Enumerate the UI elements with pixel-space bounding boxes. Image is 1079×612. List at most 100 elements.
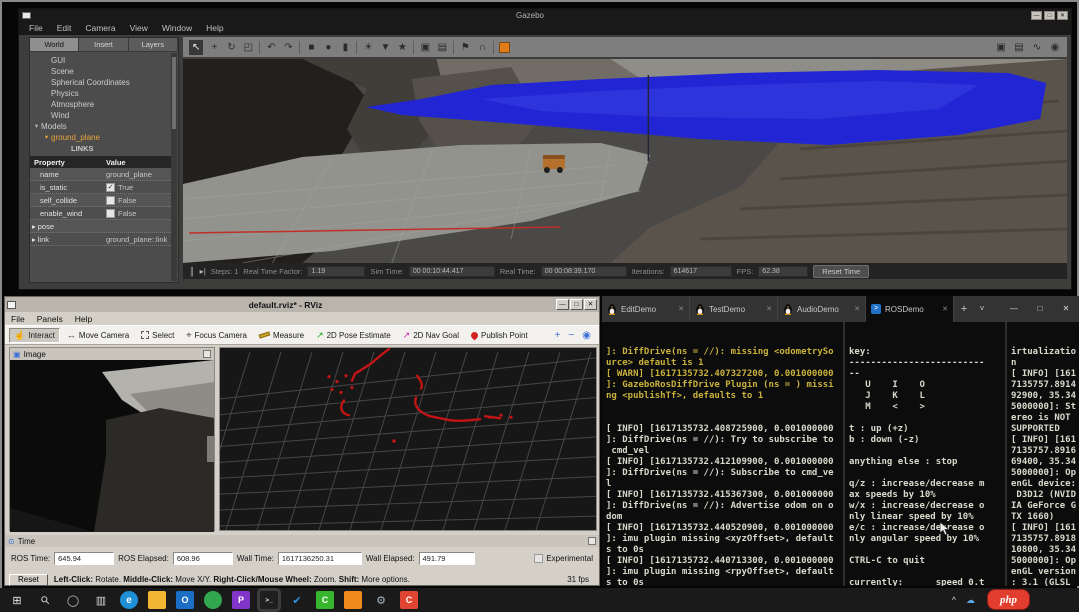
tree-item-atmosphere[interactable]: Atmosphere [30, 99, 178, 110]
close-button[interactable]: ✕ [1057, 11, 1068, 20]
publish-point-tool-button[interactable]: Publish Point [466, 329, 533, 342]
show-hidden-icons-chevron[interactable]: ^ [952, 595, 956, 605]
self-collide-checkbox[interactable] [106, 196, 115, 205]
undo-icon[interactable]: ↶ [265, 40, 277, 55]
enable-wind-checkbox[interactable] [106, 209, 115, 218]
gazebo-title-bar[interactable]: Gazebo — □ ✕ [19, 9, 1071, 21]
expander-icon[interactable]: ▸ [32, 235, 36, 244]
minimize-button[interactable]: — [1031, 11, 1042, 20]
new-tab-button[interactable]: + [954, 296, 974, 322]
onedrive-cloud-icon[interactable]: ☁ [966, 595, 975, 606]
edge-browser-icon[interactable]: e [120, 591, 138, 609]
tree-item-spherical-coordinates[interactable]: Spherical Coordinates [30, 77, 178, 88]
search-icon[interactable]: ⚲ [32, 587, 57, 612]
outlook-icon[interactable]: O [176, 591, 194, 609]
minimize-button[interactable]: — [556, 299, 569, 310]
maximize-button[interactable]: □ [1027, 296, 1053, 322]
tree-item-scene[interactable]: Scene [30, 66, 178, 77]
box-shape-icon[interactable]: ■ [305, 40, 317, 55]
expander-icon[interactable]: ▸ [32, 222, 36, 231]
menu-item[interactable]: View [130, 23, 148, 33]
tab-world[interactable]: World [30, 38, 79, 52]
spot-light-icon[interactable]: ▼ [379, 40, 391, 55]
reset-time-button[interactable]: Reset Time [813, 265, 869, 278]
tab-audiodemo[interactable]: AudioDemo ✕ [778, 296, 866, 322]
panel-scrollbar[interactable] [171, 53, 177, 281]
check-app-icon[interactable]: ✔ [288, 591, 306, 609]
paste-icon[interactable]: ▤ [436, 40, 448, 55]
log-record-icon[interactable]: ▤ [1013, 40, 1025, 55]
menu-item[interactable]: Help [206, 23, 223, 33]
orange-app-icon[interactable] [344, 591, 362, 609]
rviz-3d-view[interactable] [219, 347, 597, 531]
property-row-name[interactable]: name ground_plane [30, 168, 171, 181]
panel-detach-button[interactable] [203, 350, 211, 358]
toolbar-separator[interactable] [299, 41, 300, 54]
menu-item[interactable]: Edit [57, 23, 72, 33]
wall-time-field[interactable]: 1617136250.31 [278, 552, 362, 565]
menu-item[interactable]: File [11, 314, 25, 324]
tab-layers[interactable]: Layers [129, 38, 178, 52]
screenshot-icon[interactable]: ▣ [995, 40, 1007, 55]
gazebo-3d-viewport[interactable] [183, 59, 1067, 263]
tree-item-models[interactable]: ▾ Models [30, 121, 178, 132]
rviz-title-bar[interactable]: default.rviz* - RViz — □ ✕ [5, 297, 599, 312]
maximize-button[interactable]: □ [1044, 11, 1055, 20]
close-tab-icon[interactable]: ✕ [854, 305, 860, 313]
experimental-checkbox[interactable] [534, 554, 543, 563]
measure-tool-button[interactable]: Measure [254, 329, 309, 342]
menu-item[interactable]: Window [162, 23, 192, 33]
tree-item-gui[interactable]: GUI [30, 55, 178, 66]
record-button[interactable]: ◉ [582, 330, 591, 341]
nav-goal-tool-button[interactable]: ↗ 2D Nav Goal [398, 328, 464, 343]
terminal-pane-opengl[interactable]: irtualization[ INFO] [1617135757.8914929… [1007, 322, 1079, 586]
panel-detach-button[interactable] [588, 537, 596, 545]
pose-estimate-tool-button[interactable]: ↗ 2D Pose Estimate [311, 328, 396, 343]
menu-item[interactable]: Panels [37, 314, 63, 324]
is-static-checkbox[interactable]: ✓ [106, 183, 115, 192]
office-app-icon[interactable]: P [232, 591, 250, 609]
interact-tool-button[interactable]: ☝ Interact [9, 328, 60, 343]
reset-button[interactable]: Reset [9, 574, 48, 586]
translate-tool-icon[interactable]: + [208, 40, 220, 55]
windows-terminal-icon[interactable]: >_ [260, 591, 278, 609]
tree-item-wind[interactable]: Wind [30, 110, 178, 121]
toolbar-separator[interactable] [453, 41, 454, 54]
steps-spinner[interactable]: Steps: 1 [211, 267, 239, 276]
red-c-app-icon[interactable]: C [400, 591, 418, 609]
tree-item-ground-plane[interactable]: ▾ ground_plane [30, 132, 178, 143]
insert-model-icon[interactable] [499, 42, 510, 53]
close-tab-icon[interactable]: ✕ [766, 305, 772, 313]
snap-icon[interactable]: ∩ [476, 40, 488, 55]
tab-editdemo[interactable]: EditDemo ✕ [602, 296, 690, 322]
pause-button[interactable]: ║ [189, 267, 195, 276]
menu-item[interactable]: Camera [85, 23, 115, 33]
camtasia-app-icon[interactable]: C [316, 591, 334, 609]
plot-icon[interactable]: ∿ [1031, 40, 1043, 55]
ros-elapsed-field[interactable]: 608.96 [173, 552, 233, 565]
time-panel-header[interactable]: ⊙ Time [5, 535, 599, 547]
remove-tool-button[interactable]: − [568, 330, 574, 341]
close-button[interactable]: ✕ [1053, 296, 1079, 322]
focus-camera-tool-button[interactable]: ⌖ Focus Camera [181, 328, 252, 343]
menu-item[interactable]: File [29, 23, 43, 33]
close-tab-icon[interactable]: ✕ [942, 305, 948, 313]
cortana-icon[interactable]: ◯ [64, 591, 82, 609]
utility-app-icon[interactable]: ⚙ [372, 591, 390, 609]
point-light-icon[interactable]: ☀ [362, 40, 374, 55]
copy-icon[interactable]: ▣ [419, 40, 431, 55]
toolbar-separator[interactable] [413, 41, 414, 54]
property-row-is-static[interactable]: is_static ✓True [30, 181, 171, 194]
move-camera-tool-button[interactable]: ↔ Move Camera [62, 328, 134, 342]
property-row-link[interactable]: ▸link ground_plane::link [30, 233, 171, 246]
toolbar-separator[interactable] [356, 41, 357, 54]
file-explorer-icon[interactable] [148, 591, 166, 609]
ros-time-field[interactable]: 645.94 [54, 552, 114, 565]
tab-testdemo[interactable]: TestDemo ✕ [690, 296, 778, 322]
tree-item-physics[interactable]: Physics [30, 88, 178, 99]
tree-item-links[interactable]: LINKS [30, 143, 178, 154]
step-button[interactable]: ▸| [200, 267, 206, 276]
task-view-icon[interactable]: ▥ [92, 591, 110, 609]
tab-dropdown-button[interactable]: ˅ [974, 296, 990, 322]
close-tab-icon[interactable]: ✕ [678, 305, 684, 313]
